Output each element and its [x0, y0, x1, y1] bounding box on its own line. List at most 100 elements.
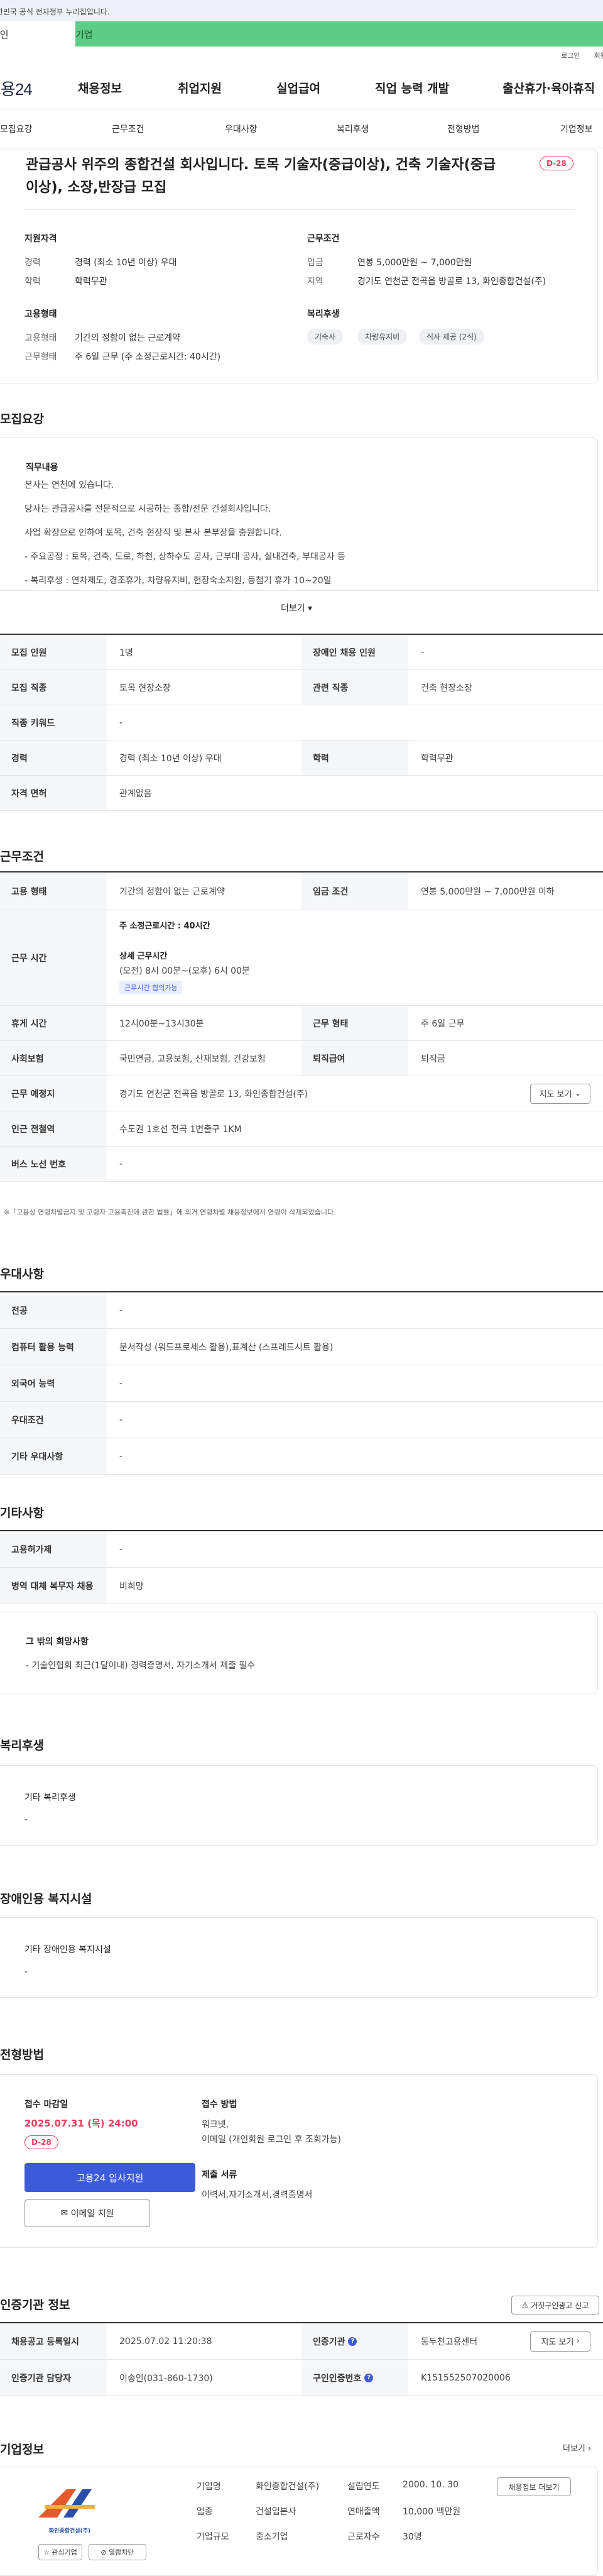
subnav-conditions[interactable]: 근무조건 [112, 123, 144, 135]
row-key: 직종 키워드 [0, 705, 107, 740]
map-button[interactable]: 지도 보기 › [530, 2331, 590, 2352]
work-value: 주 6일 근무 (주 소정근로시간: 40시간) [75, 352, 221, 362]
info-icon[interactable]: ? [348, 2337, 357, 2346]
wage-key: 임금 [307, 258, 323, 268]
cert-title: 인증기관 정보 [0, 2298, 70, 2312]
disabled-title: 장애인용 복지시설 [0, 1892, 92, 1906]
company-jobs-button[interactable]: 채용정보 더보기 [497, 2477, 571, 2496]
row-value: 국민연금, 고용보험, 산재보험, 건강보험 [119, 1054, 266, 1064]
cond-heading: 근무조건 [307, 234, 340, 244]
block-icon: ⊘ [100, 2548, 109, 2557]
company-key: 연매출액 [347, 2507, 380, 2517]
row-key: 버스 노선 번호 [0, 1147, 107, 1181]
welfare-card: 기타 복리후생 - [0, 1765, 598, 1846]
welfare-chip: 차량유지비 [357, 329, 408, 344]
duty-card: 직무내용 본사는 연천에 있습니다. 당사는 관급공사를 전문적으로 시공하는 … [0, 438, 599, 627]
row-key: 임금 조건 [302, 872, 408, 910]
row-value: - [119, 1544, 123, 1555]
tab-company[interactable]: 기업 [75, 21, 603, 47]
report-button[interactable]: ⚠ 거짓구인광고 신고 [511, 2296, 599, 2315]
row-key: 고용허가제 [0, 1531, 107, 1567]
welfare-value: - [24, 1815, 28, 1825]
duty-line: 본사는 연천에 있습니다. [24, 480, 114, 490]
gov-banner: 이 누리집은 대한민국 공식 전자정부 누리집입니다. [0, 0, 603, 21]
row-key: 채용공고 등록일시 [0, 2323, 107, 2359]
work-key: 근무형태 [24, 352, 57, 362]
row-value: 건축 현장소장 [421, 683, 472, 693]
row-value: - [119, 717, 123, 728]
logo[interactable]: 고용24 [0, 77, 49, 100]
company-value: 건설업본사 [256, 2507, 296, 2517]
row-key: 경력 [0, 740, 107, 775]
row-value: 주 6일 근무 [421, 1018, 465, 1029]
company-value: 중소기업 [256, 2532, 288, 2542]
row-value: - [119, 1414, 123, 1425]
gnb-item-support[interactable]: 취업지원 [178, 79, 222, 96]
row-key: 전공 [0, 1292, 107, 1328]
job-title: 관급공사 위주의 종합건설 회사입니다. 토목 기술자(중급이상), 건축 기술… [26, 157, 496, 195]
row-value: 문서작성 (워드프로세스 활용),표계산 (스프레드시트 활용) [119, 1342, 334, 1353]
row-value: 2025.07.02 11:20:38 [119, 2336, 212, 2347]
favorite-button[interactable]: ☆ 관심기업 [38, 2544, 82, 2560]
row-key: 모집 인원 [0, 635, 107, 669]
row-key: 외국어 능력 [0, 1365, 107, 1401]
subnav-recruit[interactable]: 모집요강 [0, 123, 33, 135]
row-key: 고용 형태 [0, 872, 107, 910]
deadline-value: 2025.07.31 (목) 24:00 [24, 2118, 138, 2129]
company-value: 화인종합건설(주) [256, 2482, 320, 2492]
edu-key: 학력 [24, 277, 41, 287]
row-value: 퇴직금 [421, 1054, 445, 1064]
info-icon[interactable]: ? [364, 2373, 374, 2382]
row-value: 관계없음 [119, 788, 152, 799]
email-apply-button[interactable]: ✉ 이메일 지원 [24, 2199, 150, 2227]
more-button[interactable]: 더보기 ▾ [0, 590, 599, 627]
conditions-title: 근무조건 [0, 850, 44, 864]
wish-card: 그 밖의 희망사항 - 기술인협회 최근(1달이내) 경력증명서, 자기소개서 … [0, 1612, 598, 1693]
row-value: 토목 현장소장 [119, 683, 171, 693]
row-key: 기타 우대사항 [0, 1438, 107, 1474]
block-button[interactable]: ⊘ 열람차단 [89, 2544, 146, 2560]
gnb-item-unemployment[interactable]: 실업급여 [276, 79, 320, 96]
company-more-link[interactable]: 더보기 › [563, 2441, 591, 2453]
apply-button[interactable]: 고용24 입사지원 [24, 2163, 195, 2192]
company-value: 30명 [403, 2532, 422, 2542]
qual-heading: 지원자격 [24, 234, 57, 244]
type-heading: 고용형태 [24, 309, 57, 319]
row-key: 사회보험 [0, 1041, 107, 1076]
company-title: 기업정보 [0, 2443, 44, 2457]
map-button[interactable]: 지도 보기 ⌄ [530, 1083, 590, 1104]
row-value: - [421, 647, 425, 658]
welfare-heading: 기타 복리후생 [24, 1793, 76, 1803]
login-link[interactable]: 로그인 [561, 50, 580, 60]
row-key: 병역 대체 복무자 채용 [0, 1568, 107, 1604]
disabled-card: 기타 장애인용 복지시설 - [0, 1917, 598, 1998]
tab-personal[interactable]: 개인 [0, 21, 75, 47]
report-icon: ⚠ [521, 2301, 531, 2309]
row-key: 휴게 시간 [0, 1006, 107, 1040]
subnav-preference[interactable]: 우대사항 [225, 123, 258, 135]
gnb-item-parental[interactable]: 출산휴가·육아휴직 [503, 79, 595, 96]
wish-value: - 기술인협회 최근(1달이내) 경력증명서, 자기소개서 제출 필수 [26, 1661, 256, 1671]
gnb-item-jobs[interactable]: 채용정보 [78, 79, 122, 96]
dday-badge: D-28 [24, 2135, 58, 2149]
row-key: 우대조건 [0, 1402, 107, 1438]
subnav-welfare[interactable]: 복리후생 [337, 123, 369, 135]
row-value: - [119, 1305, 123, 1316]
row-key: 컴퓨터 활용 능력 [0, 1329, 107, 1365]
preference-title: 우대사항 [0, 1267, 44, 1281]
star-icon: ☆ [43, 2548, 52, 2557]
company-key: 업종 [197, 2507, 213, 2517]
subnav-company[interactable]: 기업정보 [560, 123, 593, 135]
duty-heading: 직무내용 [26, 463, 58, 473]
duty-line: 사업 확장으로 인하여 토목, 건축 현장직 및 본사 본부장을 충원합니다. [24, 528, 282, 538]
company-key: 기업규모 [197, 2532, 229, 2542]
row-key: 자격 면허 [0, 776, 107, 810]
row-value: 경력 (최소 10년 이상) 우대 [119, 753, 222, 764]
welfare-title: 복리후생 [0, 1739, 44, 1753]
subnav-selection[interactable]: 전형방법 [447, 123, 480, 135]
gnb-item-training[interactable]: 직업 능력 개발 [375, 79, 449, 96]
company-value: 2000. 10. 30 [403, 2480, 459, 2490]
join-link[interactable]: 회원가입 [594, 50, 603, 60]
row-key: 근무 시간 [0, 910, 107, 1005]
wage-value: 연봉 5,000만원 ~ 7,000만원 [357, 258, 472, 268]
